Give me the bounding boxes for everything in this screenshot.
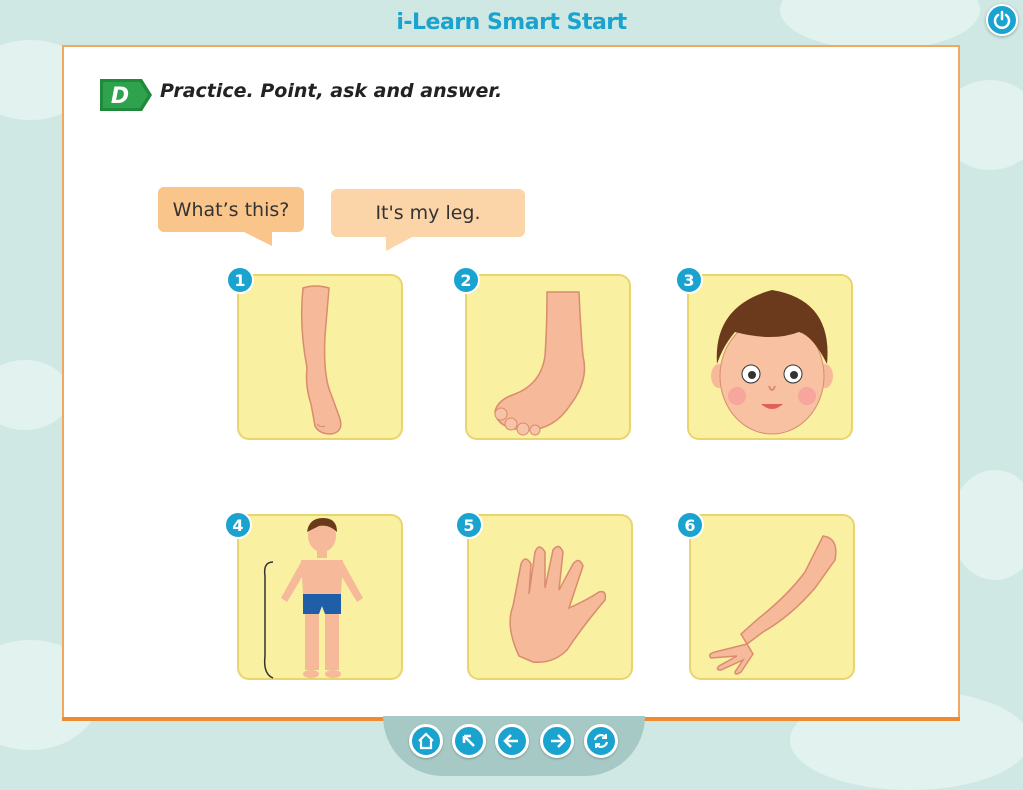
answer-text: It's my leg. <box>375 202 481 224</box>
picture-card-leg[interactable] <box>237 274 403 440</box>
home-button[interactable] <box>409 724 443 758</box>
foot-icon <box>494 291 586 436</box>
next-button[interactable] <box>540 724 574 758</box>
instruction-text: Practice. Point, ask and answer. <box>160 80 503 102</box>
picture-card-body[interactable] <box>237 514 403 680</box>
back-arrow-icon <box>503 734 518 748</box>
next-arrow-icon <box>551 734 566 748</box>
power-icon <box>993 10 1011 29</box>
power-button[interactable] <box>986 4 1018 36</box>
speech-bubble-answer: It's my leg. <box>331 189 525 237</box>
number-badge: 2 <box>452 266 480 294</box>
section-badge: D <box>100 79 152 111</box>
question-text: What’s this? <box>172 198 290 221</box>
arm-icon <box>708 535 837 675</box>
home-icon <box>418 732 434 750</box>
bubble-tail <box>386 235 416 251</box>
number-badge: 4 <box>224 511 252 539</box>
bubble-tail <box>240 230 272 246</box>
top-button[interactable] <box>452 724 486 758</box>
picture-card-foot[interactable] <box>465 274 631 440</box>
app-title: i-Learn Smart Start <box>396 10 627 35</box>
number-badge: 6 <box>676 511 704 539</box>
picture-card-arm[interactable] <box>689 514 855 680</box>
face-icon <box>711 290 833 435</box>
number-badge: 5 <box>455 511 483 539</box>
number-badge: 3 <box>675 266 703 294</box>
speech-bubble-question: What’s this? <box>158 187 304 232</box>
section-letter: D <box>111 84 129 109</box>
background-cloud <box>950 470 1023 580</box>
top-arrow-icon <box>462 734 475 747</box>
refresh-button[interactable] <box>584 724 618 758</box>
previous-button[interactable] <box>495 724 529 758</box>
number-badge: 1 <box>226 266 254 294</box>
background-cloud <box>0 360 70 430</box>
picture-card-hand[interactable] <box>467 514 633 680</box>
leg-icon <box>300 285 342 435</box>
picture-card-face[interactable] <box>687 274 853 440</box>
refresh-icon <box>593 734 609 748</box>
hand-icon <box>509 545 607 663</box>
body-icon <box>263 518 363 679</box>
